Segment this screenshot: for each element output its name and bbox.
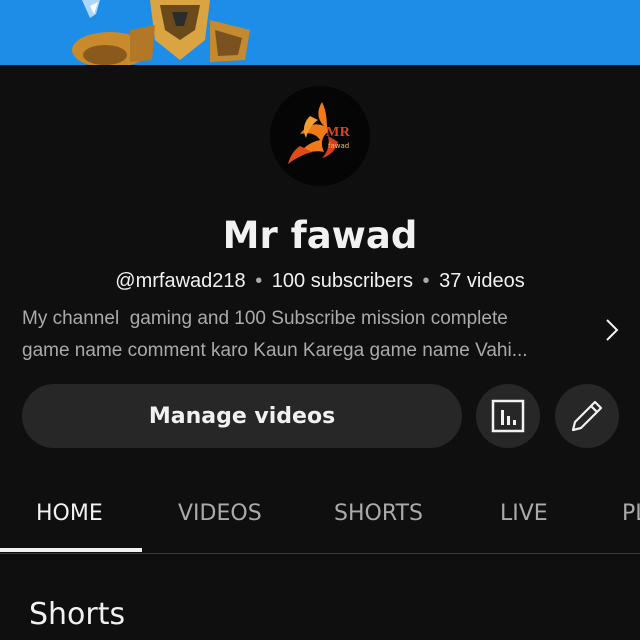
channel-handle: @mrfawad218	[115, 270, 246, 292]
logo-text: MR	[326, 125, 351, 140]
shorts-section-title: Shorts	[29, 597, 126, 632]
channel-meta: @mrfawad218 • 100 subscribers • 37 video…	[0, 270, 640, 293]
description-line-1: My channel gaming and 100 Subscribe miss…	[22, 308, 508, 329]
manage-videos-button[interactable]: Manage videos	[22, 384, 462, 448]
channel-name: Mr fawad	[222, 214, 418, 257]
pencil-icon	[571, 400, 603, 432]
channel-description[interactable]: My channel gaming and 100 Subscribe miss…	[22, 303, 592, 367]
chevron-right-icon[interactable]	[598, 316, 626, 344]
phoenix-logo-icon	[288, 102, 338, 164]
description-line-2: game name comment karo Kaun Karega game …	[22, 340, 528, 361]
channel-banner	[0, 0, 640, 65]
meta-separator: •	[422, 270, 430, 292]
tab-home[interactable]: HOME	[36, 480, 103, 554]
channel-avatar[interactable]: MR fawad	[270, 86, 370, 186]
active-tab-indicator	[0, 548, 142, 552]
tab-playlists[interactable]: PLAYLISTS	[622, 480, 640, 554]
tab-shorts[interactable]: SHORTS	[334, 480, 423, 554]
tab-live[interactable]: LIVE	[500, 480, 548, 554]
edit-channel-button[interactable]	[555, 384, 619, 448]
banner-art	[72, 0, 250, 65]
tab-videos[interactable]: VIDEOS	[178, 480, 262, 554]
video-count: 37 videos	[439, 270, 525, 292]
analytics-icon	[491, 399, 525, 433]
meta-separator: •	[255, 270, 263, 292]
subscriber-count: 100 subscribers	[271, 270, 413, 292]
logo-subtext: fawad	[328, 142, 350, 150]
analytics-button[interactable]	[476, 384, 540, 448]
channel-tabs: HOME VIDEOS SHORTS LIVE PLAYLISTS	[0, 480, 640, 554]
